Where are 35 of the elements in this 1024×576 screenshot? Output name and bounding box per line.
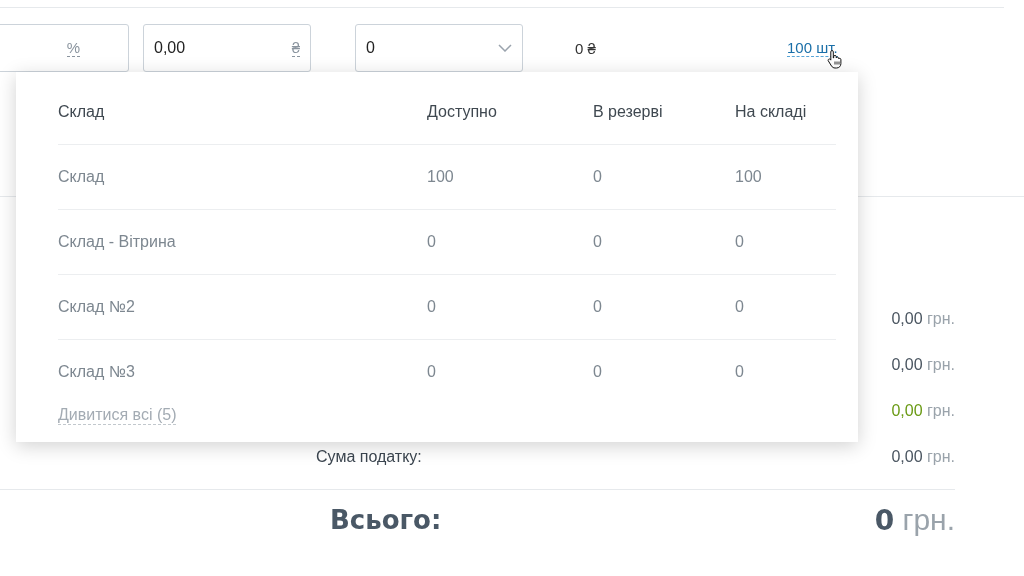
table-cell-text: 0 (427, 363, 437, 381)
total-label: Сума податку: (316, 448, 422, 466)
input-field[interactable]: % (0, 24, 129, 72)
grand-total-label: Всього: (330, 505, 442, 535)
column-header: Доступно (427, 103, 498, 121)
amount: 0,00 грн. (891, 448, 955, 466)
column-header: В резерві (593, 103, 664, 121)
amount: 0,00 грн. (891, 402, 955, 420)
currency-toggle[interactable]: % (66, 39, 80, 57)
table-cell-text: 0 (593, 298, 603, 316)
table-cell: 0 (735, 233, 744, 251)
currency-toggle[interactable]: ₴ (291, 39, 300, 57)
table-cell: 0 (735, 298, 744, 316)
table-cell-text: Склад - Вітрина (58, 233, 177, 251)
table-cell-text: Склад №2 (58, 298, 136, 316)
input-field[interactable]: 0,00 ₴ (143, 24, 311, 72)
table-cell-text: 0 (427, 298, 437, 316)
grand-total-amount: 0 грн. (874, 503, 955, 537)
table-cell-text: 0 (593, 168, 603, 186)
column-header: На складі (735, 103, 807, 121)
table-cell-text: 100 (427, 168, 455, 186)
amount: 0,00 грн. (891, 356, 955, 374)
table-cell: 100 (735, 168, 762, 186)
table-cell-text: 0 (593, 233, 603, 251)
line-total: 0 ₴ (575, 39, 597, 57)
dropdown[interactable]: 0 (355, 24, 523, 72)
table-cell-text: Склад (58, 168, 106, 186)
chevron-down-icon (498, 44, 512, 52)
view-all-link[interactable]: Дивитися всі (5) (58, 406, 177, 425)
amount: 0,00 грн. (891, 310, 955, 328)
column-header: Склад (58, 103, 106, 121)
table-cell-text: Склад №3 (58, 363, 136, 381)
table-cell: 0 (735, 363, 744, 381)
table-cell-text: 0 (593, 363, 603, 381)
table-cell-text: 0 (427, 233, 437, 251)
